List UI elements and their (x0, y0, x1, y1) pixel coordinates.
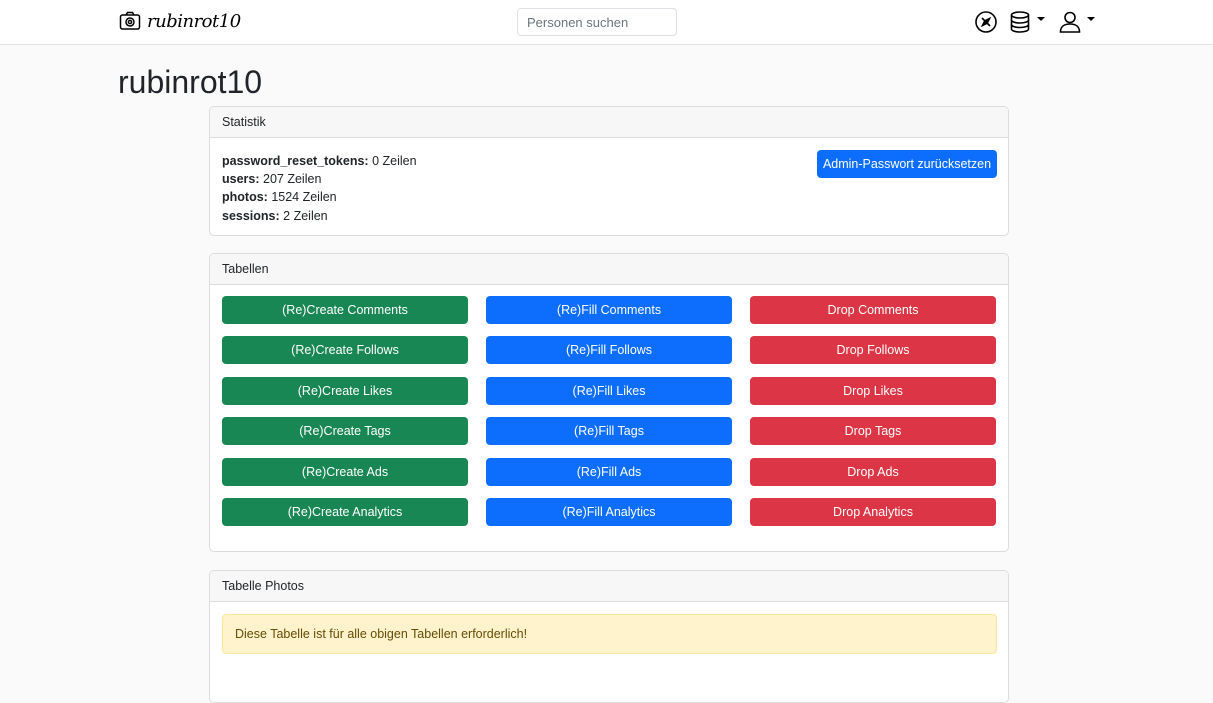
drop-tags-button[interactable]: Drop Tags (750, 417, 996, 446)
brand-link[interactable]: rubinrot10 (119, 10, 241, 32)
chevron-down-icon (1037, 17, 1045, 21)
statistik-header: Statistik (210, 107, 1008, 138)
tabellen-card: Tabellen (Re)Create Comments (Re)Fill Co… (209, 253, 1009, 552)
drop-likes-button[interactable]: Drop Likes (750, 376, 996, 405)
database-dropdown[interactable] (1008, 10, 1045, 34)
stat-name: users: (222, 172, 260, 187)
stat-row: sessions: 2 Zeilen (222, 207, 417, 225)
recreate-ads-button[interactable]: (Re)Create Ads (222, 457, 468, 486)
recreate-follows-button[interactable]: (Re)Create Follows (222, 336, 468, 365)
stat-list: password_reset_tokens: 0 Zeilen users: 2… (222, 152, 417, 225)
refill-tags-button[interactable]: (Re)Fill Tags (486, 417, 732, 446)
drop-comments-button[interactable]: Drop Comments (750, 296, 996, 324)
stat-name: password_reset_tokens: (222, 154, 369, 168)
drop-follows-button[interactable]: Drop Follows (750, 336, 996, 365)
search-input[interactable] (517, 8, 677, 36)
recreate-tags-button[interactable]: (Re)Create Tags (222, 417, 468, 446)
stat-value: 1524 Zeilen (271, 190, 337, 205)
navbar-icons (974, 10, 1095, 34)
photos-table-header: Tabelle Photos (210, 571, 1008, 602)
user-dropdown[interactable] (1058, 10, 1095, 34)
statistik-card: Statistik password_reset_tokens: 0 Zeile… (209, 106, 1009, 236)
stat-row: password_reset_tokens: 0 Zeilen (222, 152, 417, 170)
drop-ads-button[interactable]: Drop Ads (750, 457, 996, 486)
statistik-body: password_reset_tokens: 0 Zeilen users: 2… (210, 138, 1008, 235)
tabellen-header: Tabellen (210, 254, 1008, 285)
stat-value: 207 Zeilen (263, 172, 322, 187)
explore-link[interactable] (974, 10, 998, 34)
camera-icon (119, 10, 141, 32)
stat-name: photos: (222, 190, 268, 205)
photos-table-card: Tabelle Photos Diese Tabelle ist für all… (209, 570, 1009, 703)
brand-name: rubinrot10 (147, 10, 241, 32)
stat-value: 0 Zeilen (372, 154, 417, 168)
recreate-comments-button[interactable]: (Re)Create Comments (222, 296, 468, 324)
drop-analytics-button[interactable]: Drop Analytics (750, 497, 996, 526)
chevron-down-icon (1087, 17, 1095, 21)
recreate-likes-button[interactable]: (Re)Create Likes (222, 376, 468, 405)
refill-likes-button[interactable]: (Re)Fill Likes (486, 376, 732, 405)
tabellen-body: (Re)Create Comments (Re)Fill Comments Dr… (210, 285, 1008, 551)
refill-follows-button[interactable]: (Re)Fill Follows (486, 336, 732, 365)
refill-comments-button[interactable]: (Re)Fill Comments (486, 296, 732, 324)
stat-name: sessions: (222, 208, 280, 223)
page-title: rubinrot10 (118, 64, 263, 100)
reset-admin-password-button[interactable]: Admin-Passwort zurücksetzen (817, 150, 997, 178)
database-icon (1008, 10, 1032, 34)
compass-icon (974, 10, 998, 34)
table-actions-grid: (Re)Create Comments (Re)Fill Comments Dr… (222, 296, 996, 526)
refill-ads-button[interactable]: (Re)Fill Ads (486, 457, 732, 486)
stat-row: photos: 1524 Zeilen (222, 188, 417, 206)
warning-alert: Diese Tabelle ist für alle obigen Tabell… (222, 614, 997, 654)
stat-row: users: 207 Zeilen (222, 170, 417, 188)
recreate-analytics-button[interactable]: (Re)Create Analytics (222, 497, 468, 526)
navbar: rubinrot10 (0, 0, 1213, 45)
photos-table-body: Diese Tabelle ist für alle obigen Tabell… (210, 602, 1008, 702)
stat-value: 2 Zeilen (283, 208, 328, 223)
user-icon (1058, 10, 1082, 34)
refill-analytics-button[interactable]: (Re)Fill Analytics (486, 497, 732, 526)
